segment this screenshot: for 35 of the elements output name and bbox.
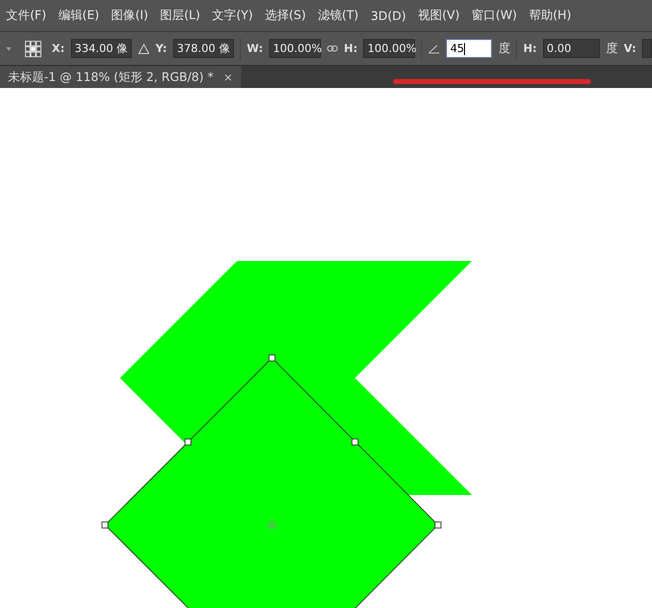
degree-unit: 度 <box>498 40 510 57</box>
width-field[interactable]: 100.00% <box>268 39 321 58</box>
reference-point-icon[interactable] <box>25 40 42 58</box>
menu-item[interactable]: 3D(D) <box>370 8 406 22</box>
menu-item[interactable]: 滤镜(T) <box>318 7 359 24</box>
document-tab[interactable]: 未标题-1 @ 118% (矩形 2, RGB/8) * × <box>0 66 241 88</box>
document-title: 未标题-1 @ 118% (矩形 2, RGB/8) * <box>8 68 214 86</box>
skew-h-label: H: <box>523 42 537 55</box>
menu-item[interactable]: 视图(V) <box>418 7 460 24</box>
skew-v-label: V: <box>624 42 636 55</box>
crosshair-icon <box>266 518 278 532</box>
menu-item[interactable]: 编辑(E) <box>58 7 100 24</box>
menu-item[interactable]: 帮助(H) <box>528 7 572 24</box>
menu-item[interactable]: 图层(L) <box>160 7 200 24</box>
triangle-icon[interactable] <box>138 42 150 54</box>
y-label: Y: <box>155 42 167 55</box>
menu-item[interactable]: 文件(F) <box>6 7 46 24</box>
angle-icon[interactable] <box>428 44 440 54</box>
width-label: W: <box>246 42 263 55</box>
degree-unit: 度 <box>606 40 618 57</box>
skew-h-field[interactable]: 0.00 <box>542 39 600 58</box>
x-label: X: <box>52 42 65 55</box>
menu-item[interactable]: 图像(I) <box>111 7 148 24</box>
x-field[interactable]: 334.00 像 <box>70 39 132 58</box>
menu-item[interactable]: 文字(Y) <box>212 7 253 24</box>
height-label: H: <box>344 42 358 55</box>
menu-item[interactable]: 选择(S) <box>264 7 306 24</box>
angle-field[interactable]: 45 <box>446 39 492 58</box>
menu-item[interactable]: 窗口(W) <box>472 7 517 24</box>
caret-icon[interactable] <box>6 46 12 50</box>
height-field[interactable]: 100.00% <box>363 39 416 58</box>
close-button[interactable]: × <box>224 70 233 84</box>
link-icon[interactable] <box>326 45 338 52</box>
y-field[interactable]: 378.00 像 <box>172 39 234 58</box>
skew-v-field[interactable] <box>642 39 652 58</box>
